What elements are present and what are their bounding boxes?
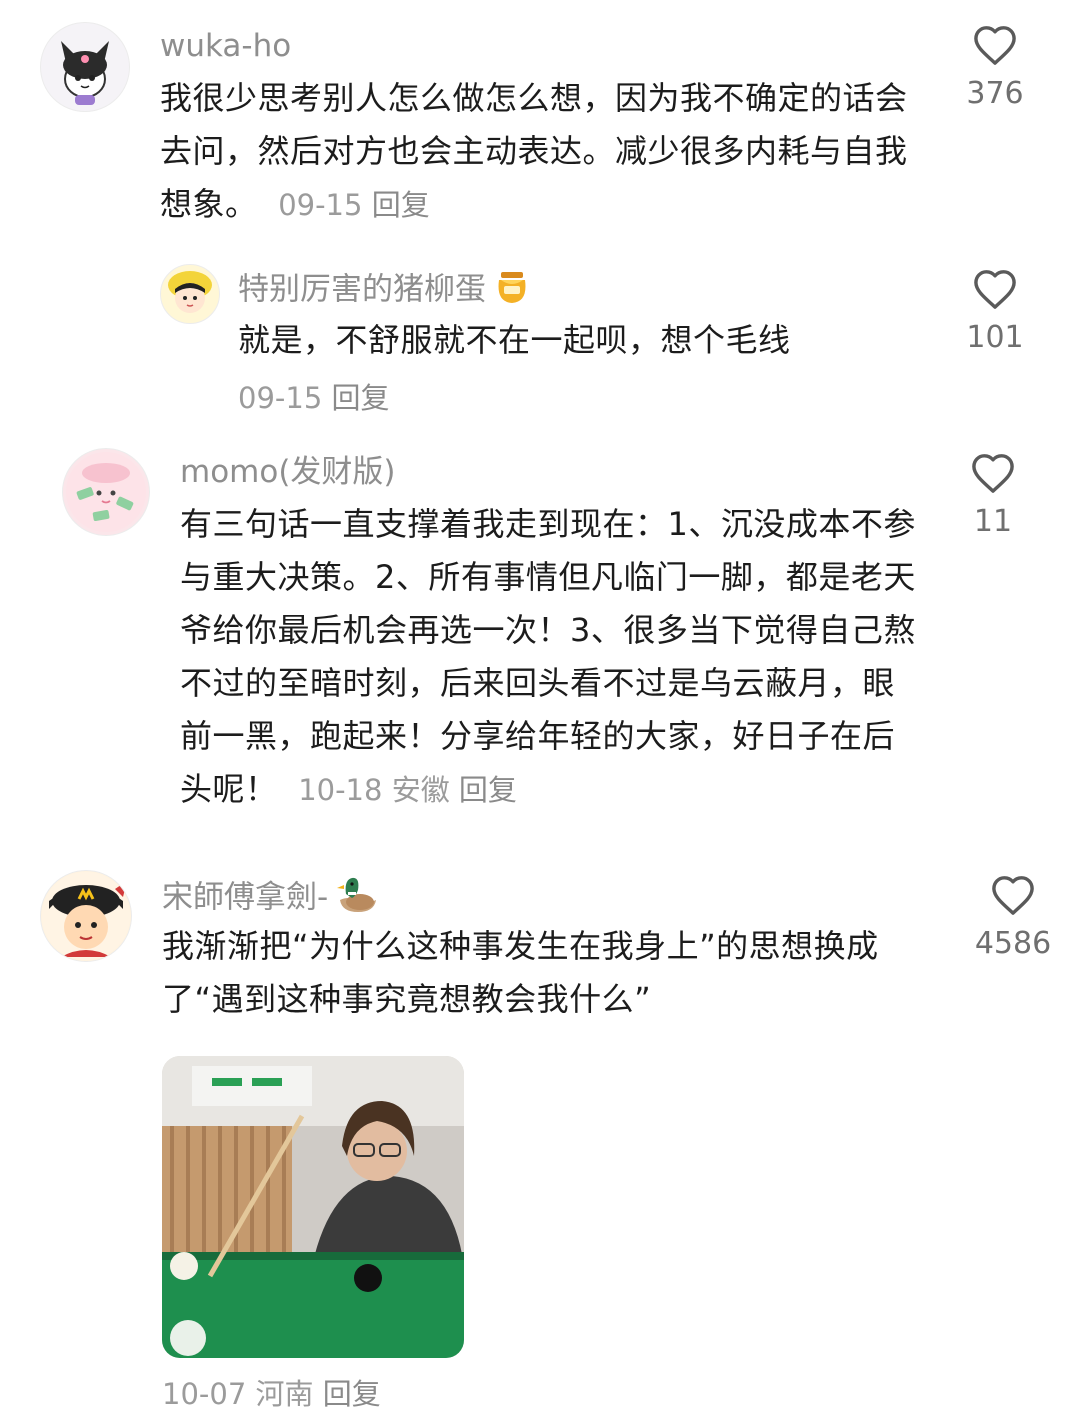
username-text[interactable]: 特别厉害的猪柳蛋 [238,272,486,308]
comment-location: 安徽 [391,773,450,807]
comment-meta: 10-18 安徽 回复 [288,773,517,807]
comment-text: 就是，不舒服就不在一起呗，想个毛线 [238,314,938,367]
comment-date: 09-15 [278,188,363,222]
kuromi-avatar-image [61,41,109,105]
like-count: 101 [966,320,1024,355]
heart-outline-icon [992,876,1034,915]
snooker-player-photo [162,1056,464,1358]
like-count: 4586 [974,926,1052,961]
reply-button[interactable]: 回复 [372,188,430,222]
reply-button[interactable]: 回复 [332,381,390,415]
username: 宋師傅拿劍- [162,872,380,926]
like-button[interactable]: 11 [953,452,1033,542]
user-avatar[interactable] [40,22,130,112]
like-count: 11 [973,504,1013,539]
comment-location: 河南 [255,1377,314,1411]
comment-body: 有三句话一直支撑着我走到现在：1、沉没成本不参与重大决策。2、所有事情但凡临门一… [180,505,916,808]
username[interactable]: momo(发财版) [180,452,396,492]
comment-text: 我渐渐把“为什么这种事发生在我身上”的思想换成了“遇到这种事究竟想教会我什么” [162,920,937,1026]
maruko-avatar-image [168,271,212,313]
honey-pot-emoji [492,266,532,316]
heart-outline-icon [972,454,1014,493]
comment-meta: 10-07 河南 回复 [162,1374,381,1414]
username: 特别厉害的猪柳蛋 [238,266,532,316]
comment-date: 10-07 [162,1377,247,1411]
username-text[interactable]: 宋師傅拿劍- [162,880,328,916]
heart-outline-icon [974,270,1016,309]
user-avatar[interactable] [62,448,150,536]
comment-text: 我很少思考别人怎么做怎么想，因为我不确定的话会去问，然后对方也会主动表达。减少很… [160,72,920,232]
comment-meta: 09-15 回复 [238,378,390,418]
user-avatar[interactable] [160,264,220,324]
like-button[interactable]: 4586 [973,874,1053,964]
duck-emoji [334,872,380,926]
like-count: 376 [966,76,1024,111]
like-button[interactable]: 101 [955,268,1035,358]
user-avatar[interactable] [40,870,132,962]
comment-date: 09-15 [238,381,323,415]
comment-meta: 09-15 回复 [268,188,430,222]
like-button[interactable]: 376 [955,24,1035,114]
reply-button[interactable]: 回复 [323,1377,381,1411]
comment-body: 我渐渐把“为什么这种事发生在我身上”的思想换成了“遇到这种事究竟想教会我什么” [162,927,879,1018]
username[interactable]: wuka-ho [160,26,291,66]
comment-body: 就是，不舒服就不在一起呗，想个毛线 [238,321,791,359]
comment-date: 10-18 [298,773,383,807]
cartoon-boy-avatar-image [42,872,130,960]
heart-outline-icon [974,26,1016,65]
comment-image[interactable] [162,1056,464,1358]
reply-button[interactable]: 回复 [459,773,517,807]
comment-text: 有三句话一直支撑着我走到现在：1、沉没成本不参与重大决策。2、所有事情但凡临门一… [180,498,925,817]
money-avatar-image [66,452,146,532]
